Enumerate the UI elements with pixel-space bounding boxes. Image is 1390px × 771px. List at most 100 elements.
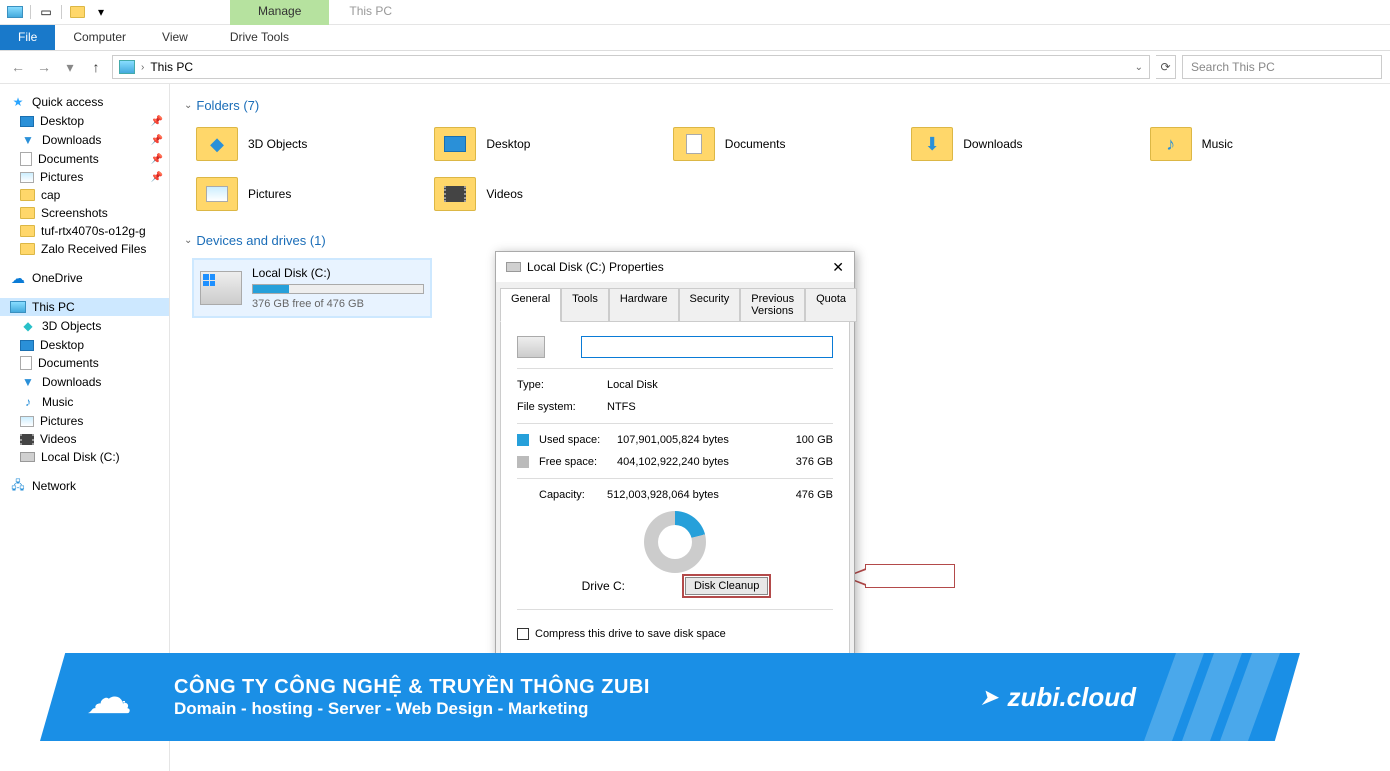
pin-icon: 📌 xyxy=(151,116,163,127)
window-titlebar: ▭ ▾ Manage This PC xyxy=(0,0,1390,25)
tab-security[interactable]: Security xyxy=(679,288,741,322)
banner-site: zubi.cloud xyxy=(981,682,1136,713)
capacity-gb: 476 GB xyxy=(796,489,833,501)
sidebar-item-screenshots[interactable]: Screenshots xyxy=(0,204,169,222)
window-title: This PC xyxy=(349,0,392,25)
capacity-bytes: 512,003,928,064 bytes xyxy=(607,489,747,501)
sidebar-item-downloads2[interactable]: Downloads xyxy=(0,372,169,392)
devices-section-header[interactable]: ⌄Devices and drives (1) xyxy=(184,233,1376,248)
free-bytes: 404,102,922,240 bytes xyxy=(617,456,757,468)
address-bar[interactable]: › This PC ⌄ xyxy=(112,55,1150,79)
banner-subtitle: Domain - hosting - Server - Web Design -… xyxy=(174,699,650,719)
drive-icon xyxy=(506,262,521,272)
banner-title: CÔNG TY CÔNG NGHỆ & TRUYỀN THÔNG ZUBI xyxy=(174,676,650,699)
properties-icon[interactable]: ▭ xyxy=(37,3,55,21)
desktop-icon xyxy=(20,116,34,127)
back-button[interactable]: ← xyxy=(8,57,28,77)
folder-icon xyxy=(20,243,35,255)
tab-view[interactable]: View xyxy=(144,25,206,50)
tab-drive-tools[interactable]: Drive Tools xyxy=(212,25,307,50)
address-segment[interactable]: This PC xyxy=(150,60,193,74)
pin-icon: 📌 xyxy=(151,172,163,183)
address-dropdown-icon[interactable]: ⌄ xyxy=(1135,62,1143,73)
folder-3d-objects[interactable]: ◆3D Objects xyxy=(192,123,422,165)
pictures-icon xyxy=(206,186,228,202)
type-label: Type: xyxy=(517,379,607,391)
search-input[interactable]: Search This PC xyxy=(1182,55,1382,79)
folder-music[interactable]: ♪Music xyxy=(1146,123,1376,165)
3d-objects-icon xyxy=(20,318,36,334)
sidebar-item-music[interactable]: Music xyxy=(0,392,169,412)
disk-cleanup-button[interactable]: Disk Cleanup xyxy=(685,577,768,595)
tab-quota[interactable]: Quota xyxy=(805,288,857,322)
folder-icon xyxy=(20,225,35,237)
sidebar-item-documents2[interactable]: Documents xyxy=(0,354,169,372)
sidebar-network[interactable]: Network xyxy=(0,476,169,496)
documents-icon xyxy=(686,134,702,154)
pc-icon[interactable] xyxy=(6,3,24,21)
dialog-tabs: General Tools Hardware Security Previous… xyxy=(496,282,854,322)
folder-documents[interactable]: Documents xyxy=(669,123,899,165)
folder-videos[interactable]: Videos xyxy=(430,173,660,215)
used-gb: 100 GB xyxy=(796,434,833,446)
navigation-toolbar: ← → ▾ ↑ › This PC ⌄ ⟳ Search This PC xyxy=(0,51,1390,84)
drive-icon xyxy=(517,336,545,358)
tab-file[interactable]: File xyxy=(0,25,55,50)
sidebar-item-3dobjects[interactable]: 3D Objects xyxy=(0,316,169,336)
sidebar-item-desktop[interactable]: Desktop📌 xyxy=(0,112,169,130)
pictures-icon xyxy=(20,172,34,183)
sidebar-item-downloads[interactable]: Downloads📌 xyxy=(0,130,169,150)
sidebar-item-zalo[interactable]: Zalo Received Files xyxy=(0,240,169,258)
close-button[interactable]: ✕ xyxy=(832,259,844,276)
file-system-value: NTFS xyxy=(607,401,636,413)
tab-general[interactable]: General xyxy=(500,288,561,322)
context-tab-manage[interactable]: Manage xyxy=(230,0,329,25)
downloads-icon xyxy=(20,132,36,148)
tab-tools[interactable]: Tools xyxy=(561,288,609,322)
sidebar-this-pc[interactable]: This PC xyxy=(0,298,169,316)
zubi-logo-text: zubi xyxy=(96,699,126,716)
videos-icon xyxy=(20,434,34,445)
dialog-titlebar[interactable]: Local Disk (C:) Properties ✕ xyxy=(496,252,854,282)
compress-checkbox[interactable] xyxy=(517,628,529,640)
tab-hardware[interactable]: Hardware xyxy=(609,288,679,322)
properties-dialog: Local Disk (C:) Properties ✕ General Too… xyxy=(495,251,855,658)
pin-icon: 📌 xyxy=(151,154,163,165)
qat-dropdown-icon[interactable]: ▾ xyxy=(92,3,110,21)
refresh-button[interactable]: ⟳ xyxy=(1156,55,1176,79)
folder-desktop[interactable]: Desktop xyxy=(430,123,660,165)
folders-section-header[interactable]: ⌄Folders (7) xyxy=(184,98,1376,113)
desktop-icon xyxy=(444,136,466,152)
folder-downloads[interactable]: ⬇Downloads xyxy=(907,123,1137,165)
network-icon xyxy=(10,478,26,494)
up-button[interactable]: ↑ xyxy=(86,57,106,77)
pictures-icon xyxy=(20,416,34,427)
drive-local-disk-c[interactable]: Local Disk (C:) 376 GB free of 476 GB xyxy=(192,258,432,318)
recent-dropdown-icon[interactable]: ▾ xyxy=(60,57,80,77)
sidebar-item-cap[interactable]: cap xyxy=(0,186,169,204)
sidebar-item-local-disk[interactable]: Local Disk (C:) xyxy=(0,448,169,466)
sidebar-item-pictures[interactable]: Pictures📌 xyxy=(0,168,169,186)
type-value: Local Disk xyxy=(607,379,658,391)
star-icon xyxy=(10,94,26,110)
sidebar-item-tuf[interactable]: tuf-rtx4070s-o12g-g xyxy=(0,222,169,240)
sidebar-onedrive[interactable]: OneDrive xyxy=(0,268,169,288)
file-system-label: File system: xyxy=(517,401,607,413)
sidebar-item-pictures2[interactable]: Pictures xyxy=(0,412,169,430)
downloads-icon: ⬇ xyxy=(925,134,940,155)
sidebar-item-documents[interactable]: Documents📌 xyxy=(0,150,169,168)
new-folder-icon[interactable] xyxy=(68,3,86,21)
tab-computer[interactable]: Computer xyxy=(55,25,144,50)
sidebar-quick-access[interactable]: Quick access xyxy=(0,92,169,112)
drive-label-input[interactable] xyxy=(581,336,833,358)
folder-pictures[interactable]: Pictures xyxy=(192,173,422,215)
dialog-body: Type:Local Disk File system:NTFS Used sp… xyxy=(500,322,850,657)
folder-icon xyxy=(20,189,35,201)
tab-previous-versions[interactable]: Previous Versions xyxy=(740,288,805,322)
onedrive-icon xyxy=(10,270,26,286)
music-icon xyxy=(20,394,36,410)
chevron-right-icon[interactable]: › xyxy=(141,62,144,73)
sidebar-item-videos[interactable]: Videos xyxy=(0,430,169,448)
capacity-label: Capacity: xyxy=(539,489,607,501)
sidebar-item-desktop2[interactable]: Desktop xyxy=(0,336,169,354)
